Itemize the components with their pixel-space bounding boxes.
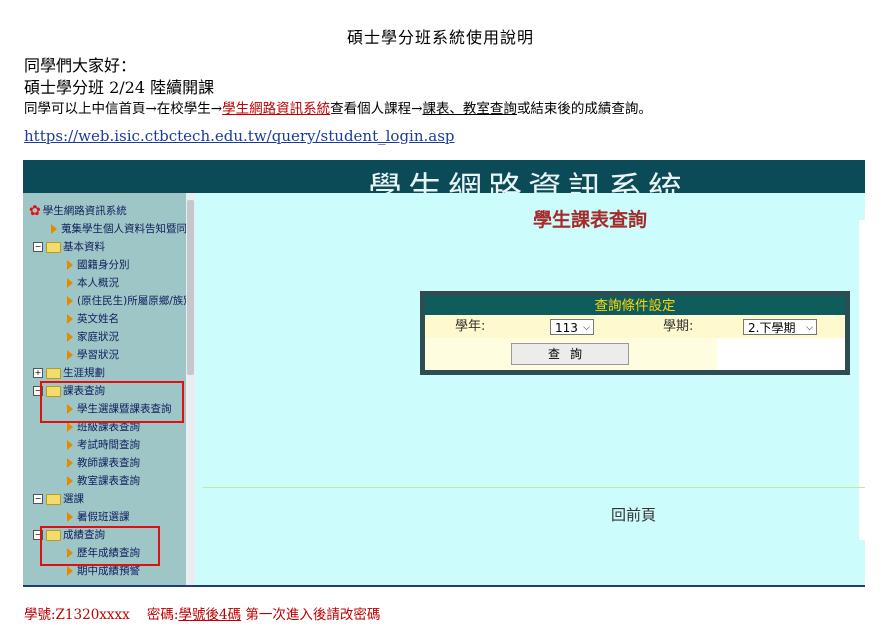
sidebar-scrollbar-thumb[interactable] — [187, 200, 194, 375]
document-title: 碩士學分班系統使用說明 — [346, 28, 534, 47]
collapse-icon: − — [33, 494, 43, 504]
folder-icon — [46, 493, 61, 505]
sidebar-item-indigenous[interactable]: (原住民生)所屬原鄉/族別 — [67, 293, 194, 309]
query-panel: 查詢條件設定 學年: 113 ⌵ 學期: 2.下學期 ⌵ 查詢 — [420, 291, 850, 375]
divider-line — [203, 487, 865, 488]
arrow-icon — [51, 224, 57, 234]
tree-root[interactable]: ✿ 學生網路資訊系統 — [29, 203, 127, 219]
arrow-icon — [67, 458, 73, 468]
back-link[interactable]: 回前頁 — [611, 504, 656, 525]
arrow-icon — [67, 350, 73, 360]
sidebar-item-nationality[interactable]: 國籍身分別 — [67, 257, 130, 273]
query-button[interactable]: 查詢 — [511, 343, 629, 365]
expand-icon: + — [33, 368, 43, 378]
arrow-icon — [67, 296, 73, 306]
arrow-icon — [67, 314, 73, 324]
login-url-link[interactable]: https://web.isic.ctbctech.edu.tw/query/s… — [24, 127, 455, 145]
chevron-down-icon: ⌵ — [583, 323, 590, 333]
student-id-text: 學號:Z1320xxxx — [24, 607, 130, 623]
sidebar-item-learning[interactable]: 學習狀況 — [67, 347, 119, 363]
main-title: 學生課表查詢 — [533, 209, 648, 231]
term-label: 學期: — [663, 319, 694, 334]
year-select[interactable]: 113 ⌵ — [550, 319, 594, 335]
sidebar-item-family[interactable]: 家庭狀況 — [67, 329, 119, 345]
arrow-icon — [67, 566, 73, 576]
instructions-part-1: 同學可以上中信首頁→在校學生→ — [24, 101, 223, 117]
query-panel-inner: 查詢條件設定 學年: 113 ⌵ 學期: 2.下學期 ⌵ 查詢 — [425, 296, 845, 370]
chevron-down-icon: ⌵ — [806, 323, 813, 333]
sidebar-folder-career[interactable]: + 生涯規劃 — [33, 365, 105, 381]
password-note: 第一次進入後請改密碼 — [245, 607, 381, 623]
sidebar-item-consent[interactable]: 蒐集學生個人資料告知暨同意書 — [51, 221, 195, 237]
student-system-link[interactable]: 學生網路資訊系統 — [222, 101, 330, 117]
system-screenshot: 學生網路資訊系統 ✿ 學生網路資訊系統 蒐集學生個人資料告知暨同意書 − 基本資料 … — [23, 160, 865, 586]
password-hint: 學號後4碼 — [178, 607, 242, 623]
sidebar-folder-basic[interactable]: − 基本資料 — [33, 239, 105, 255]
term-select[interactable]: 2.下學期 ⌵ — [743, 319, 817, 335]
password-label: 密碼: — [146, 607, 179, 623]
highlight-grades-box — [40, 526, 160, 566]
query-row: 學年: 113 ⌵ 學期: 2.下學期 ⌵ — [425, 316, 845, 338]
arrow-icon — [67, 512, 73, 522]
sidebar-item-exam-time[interactable]: 考試時間查詢 — [67, 437, 140, 453]
arrow-icon — [67, 332, 73, 342]
folder-icon — [46, 241, 61, 253]
arrow-icon — [67, 260, 73, 270]
arrow-icon — [67, 440, 73, 450]
sidebar-tree: ✿ 學生網路資訊系統 蒐集學生個人資料告知暨同意書 − 基本資料 國籍身分別 本人概… — [23, 193, 195, 586]
arrow-icon — [67, 278, 73, 288]
schedule-query-text: 課表、教室查詢 — [422, 101, 517, 117]
banner-title: 學生網路資訊系統 — [368, 170, 688, 193]
main-scroll-edge — [859, 220, 865, 540]
sidebar-item-english-name[interactable]: 英文姓名 — [67, 311, 119, 327]
folder-icon — [46, 367, 61, 379]
highlight-schedule-box — [40, 381, 184, 423]
sidebar-item-profile[interactable]: 本人概況 — [67, 275, 119, 291]
query-header: 查詢條件設定 — [425, 296, 845, 315]
instructions-text: 同學可以上中信首頁→在校學生→學生網路資訊系統查看個人課程→課表、教室查詢或結束… — [24, 97, 652, 117]
arrow-icon — [67, 422, 73, 432]
sidebar-item-room-schedule[interactable]: 教室課表查詢 — [67, 473, 140, 489]
collapse-icon: − — [33, 242, 43, 252]
login-info: 學號:Z1320xxxx 密碼:學號後4碼 第一次進入後請改密碼 — [24, 603, 380, 623]
instructions-part-3: 或結束後的成績查詢。 — [516, 101, 652, 117]
year-label: 學年: — [455, 319, 486, 334]
course-start-text: 碩士學分班 2/24 陸續開課 — [24, 78, 215, 97]
sidebar-folder-enroll[interactable]: − 選課 — [33, 491, 84, 507]
sidebar-item-summer-enroll[interactable]: 暑假班選課 — [67, 509, 130, 525]
bottom-rule — [23, 585, 865, 587]
system-banner: 學生網路資訊系統 — [23, 160, 865, 193]
sidebar-item-teacher-schedule[interactable]: 教師課表查詢 — [67, 455, 140, 471]
arrow-icon — [67, 476, 73, 486]
query-blank-cell — [717, 338, 845, 370]
instructions-part-2: 查看個人課程→ — [330, 101, 423, 117]
greeting-text: 同學們大家好： — [24, 56, 137, 75]
flower-icon: ✿ — [29, 203, 41, 219]
